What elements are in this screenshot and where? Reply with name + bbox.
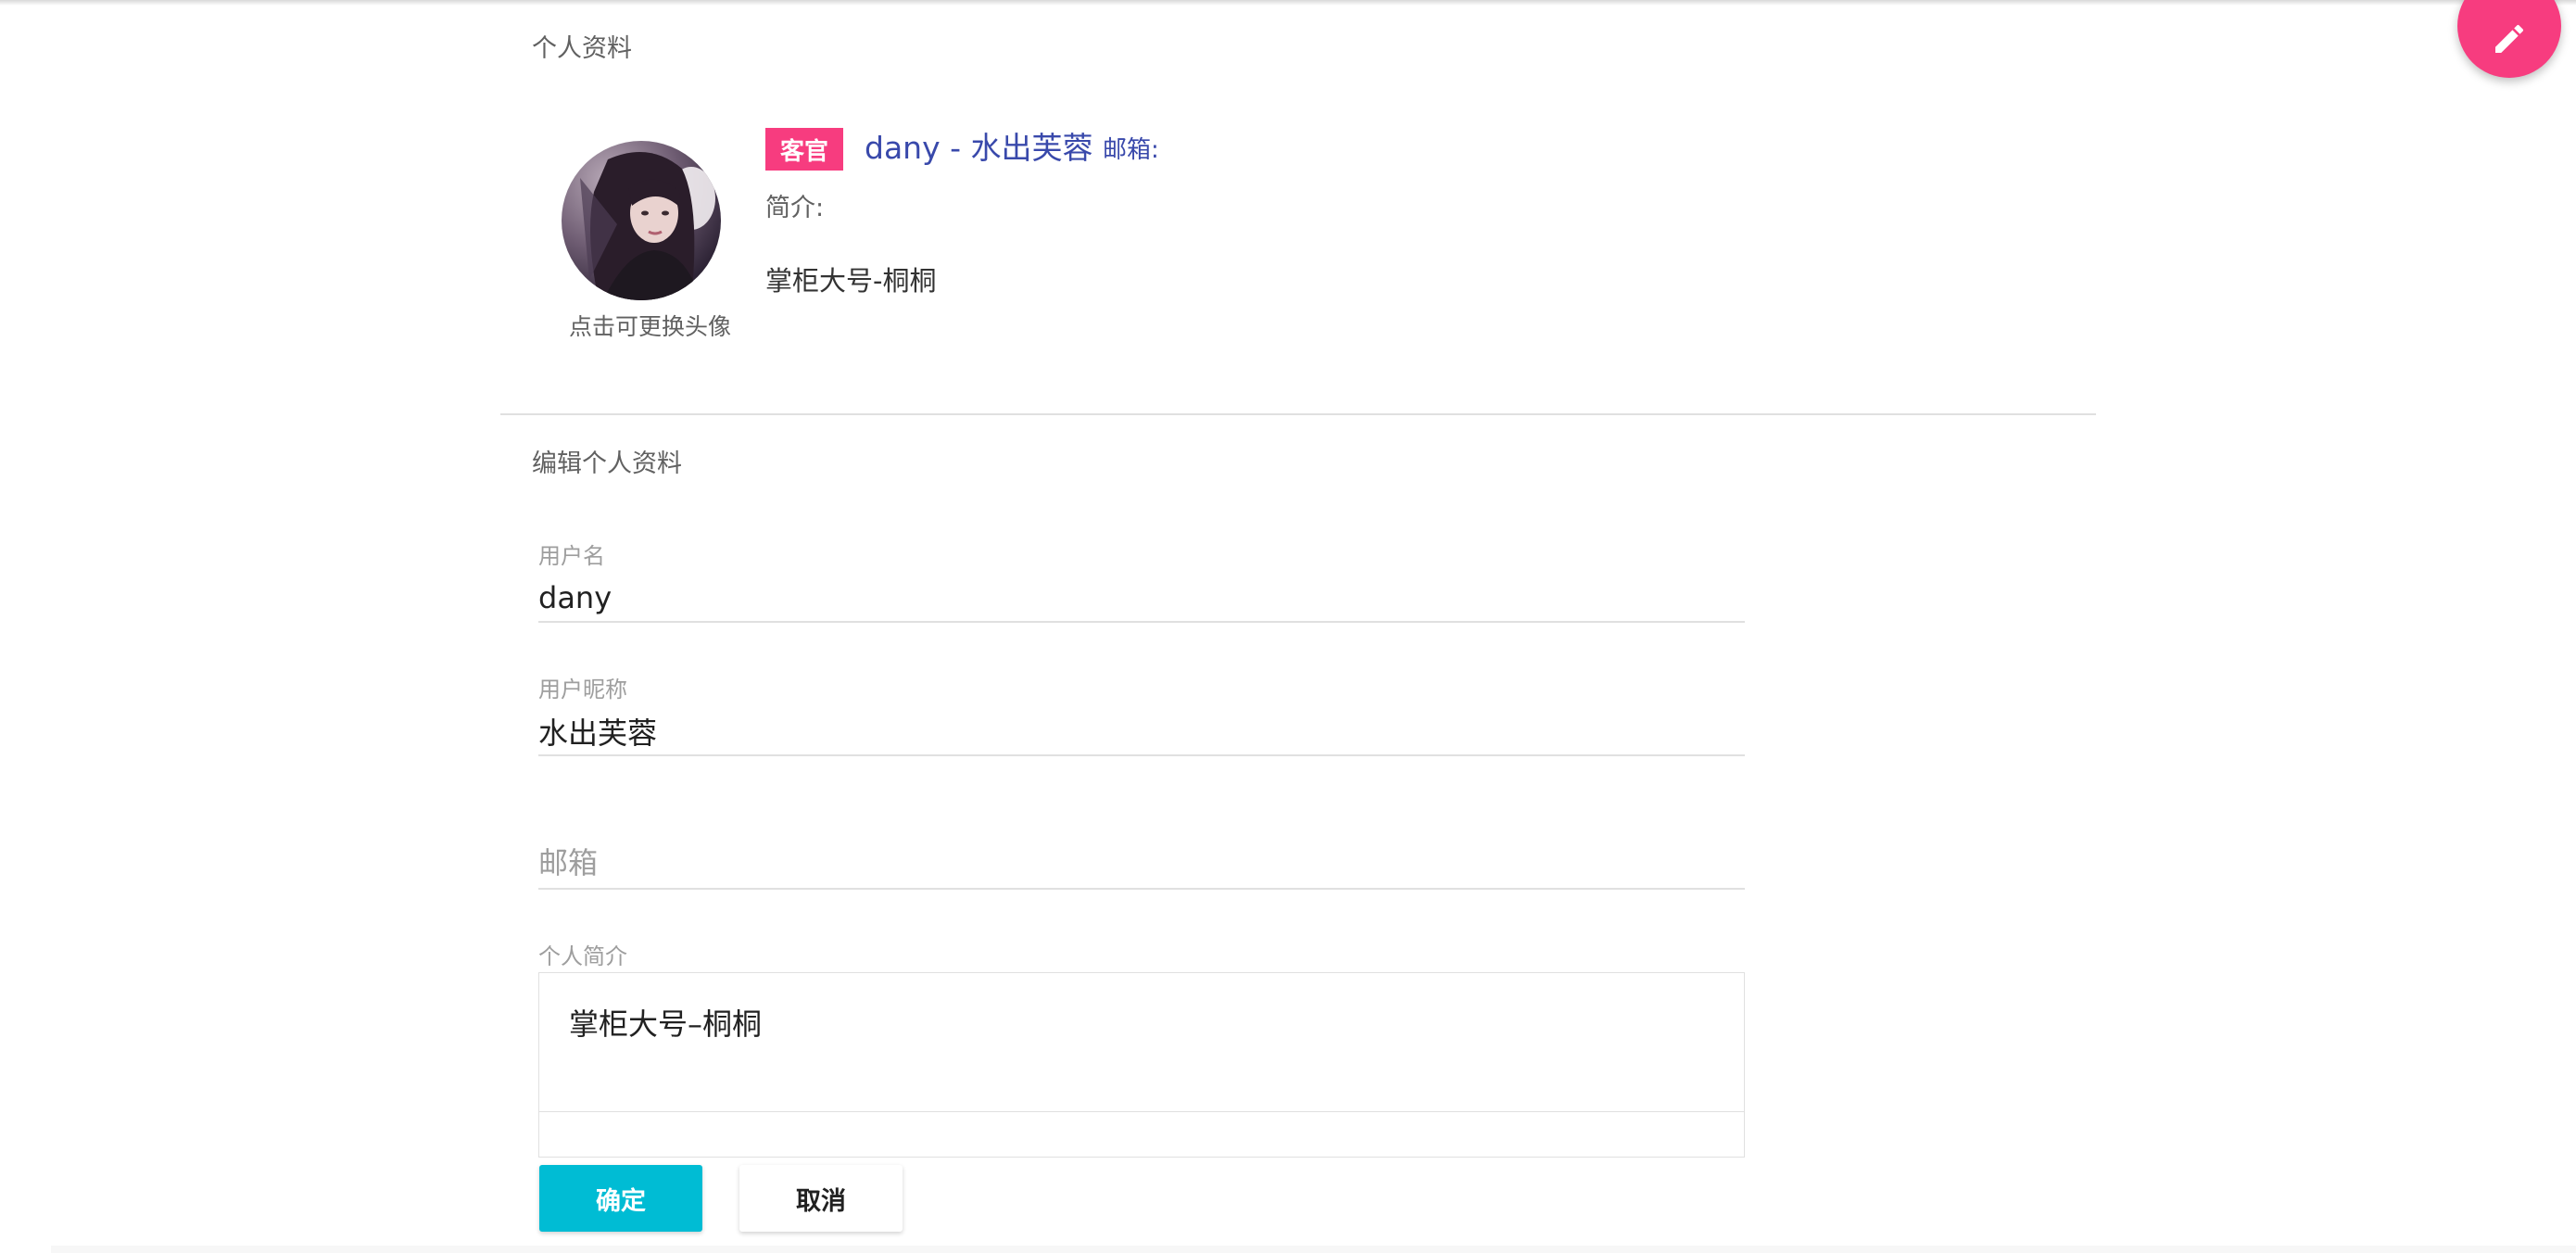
nickname-underline	[538, 754, 1745, 756]
bio-textarea[interactable]	[569, 1001, 1718, 1094]
profile-email-label: 邮箱:	[1103, 136, 1159, 164]
username-field: 用户名	[538, 538, 1745, 623]
nickname-input[interactable]	[538, 710, 1745, 753]
edit-section-title: 编辑个人资料	[532, 449, 682, 478]
avatar-caption: 点击可更换头像	[569, 313, 732, 340]
section-divider	[500, 413, 2096, 415]
role-badge: 客官	[765, 128, 843, 171]
username-input[interactable]	[538, 576, 1745, 619]
edit-fab-button[interactable]	[2457, 0, 2561, 78]
profile-intro-text: 掌柜大号-桐桐	[765, 265, 937, 297]
email-input[interactable]	[538, 842, 1745, 884]
bio-label: 个人简介	[538, 943, 627, 969]
avatar-image	[562, 141, 721, 300]
pencil-edit-icon	[2495, 24, 2524, 53]
bottom-edge	[51, 1246, 2576, 1253]
profile-page: 个人资料 点击可更换头像 客官 dany - 水出芙蓉 邮箱: 简介: 掌柜大号…	[0, 0, 2576, 1253]
nickname-label: 用户昵称	[538, 677, 627, 702]
avatar[interactable]	[562, 141, 721, 300]
username-underline	[538, 621, 1745, 623]
username-label: 用户名	[538, 543, 605, 569]
bio-field: 个人简介	[538, 938, 1745, 971]
cancel-button[interactable]: 取消	[739, 1165, 903, 1232]
confirm-button[interactable]: 确定	[539, 1165, 702, 1232]
profile-section-title: 个人资料	[532, 34, 632, 63]
email-underline	[538, 888, 1745, 890]
profile-display-name: dany - 水出芙蓉	[865, 130, 1093, 166]
profile-intro-label: 简介:	[765, 194, 825, 222]
nickname-field: 用户昵称	[538, 671, 1745, 756]
bio-editor	[538, 972, 1745, 1158]
bio-editor-divider	[539, 1111, 1744, 1112]
profile-card: 个人资料 点击可更换头像 客官 dany - 水出芙蓉 邮箱: 简介: 掌柜大号…	[500, 0, 2096, 1253]
email-field	[538, 834, 1745, 892]
